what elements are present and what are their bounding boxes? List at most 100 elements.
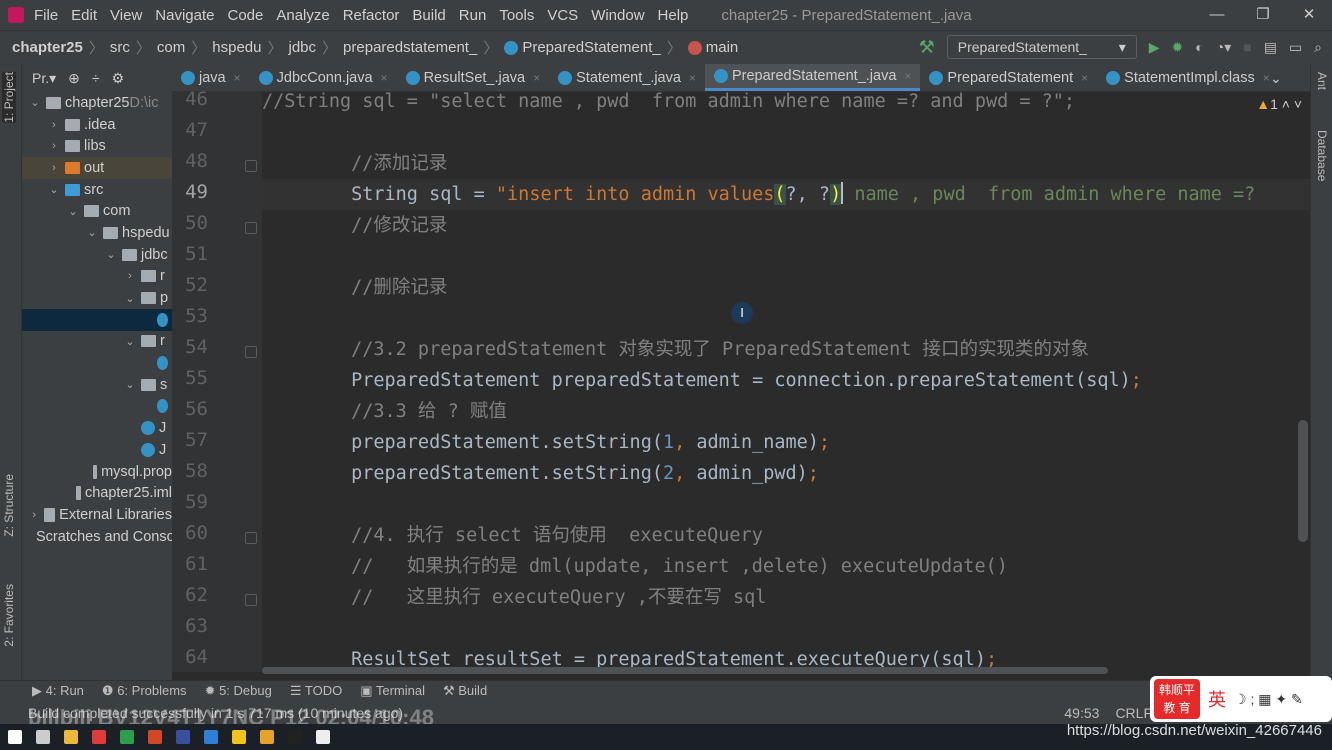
ime-tools-icon[interactable]: ☽ ; ▦ ✦ ✎ — [1234, 691, 1303, 708]
project-tool-tab[interactable]: 1: Project — [2, 72, 16, 123]
tab-statementimpl-class[interactable]: StatementImpl.class × — [1097, 64, 1279, 91]
build-hammer-icon[interactable]: ⚒ — [919, 37, 935, 58]
code-line[interactable]: // 如果执行的是 dml(update, insert ,delete) ex… — [262, 551, 1310, 582]
search-icon[interactable]: ⌕ — [1314, 39, 1322, 56]
tab-statement-java[interactable]: Statement_.java × — [549, 64, 705, 91]
breadcrumb-item[interactable]: chapter25 — [12, 39, 83, 56]
code-line[interactable] — [262, 117, 1310, 148]
chevron-down-icon[interactable]: ⌄ — [104, 248, 118, 261]
taskbar-app-icon[interactable] — [232, 730, 246, 744]
tree-item[interactable]: ⌄ r — [22, 331, 172, 353]
fold-marker-icon[interactable] — [245, 532, 257, 544]
code-line[interactable]: //3.2 preparedStatement 对象实现了 PreparedSt… — [262, 334, 1310, 365]
profile-icon[interactable]: ◔▾ — [1216, 39, 1231, 56]
horizontal-scrollbar[interactable] — [262, 667, 1310, 676]
tree-item[interactable]: mysql.prop — [22, 461, 172, 483]
tree-item[interactable]: ⌄ p — [22, 287, 172, 309]
toolwindow-3[interactable]: ☰ TODO — [290, 683, 342, 699]
maximize-button[interactable]: ❐ — [1240, 0, 1286, 30]
breadcrumb-item[interactable]: jdbc — [289, 39, 317, 56]
chevron-right-icon[interactable]: › — [47, 140, 61, 152]
close-tab-icon[interactable]: × — [1263, 71, 1270, 85]
toolwindow-4[interactable]: ▣ Terminal — [360, 683, 425, 699]
database-tool-tab[interactable]: Database — [1315, 130, 1329, 181]
favorites-tool-tab[interactable]: 2: Favorites — [2, 584, 16, 647]
chevron-right-icon[interactable]: › — [28, 509, 40, 521]
taskbar-app-icon[interactable] — [8, 730, 22, 744]
menu-file[interactable]: File — [34, 7, 58, 24]
tree-item[interactable]: Scratches and Consoles — [22, 526, 172, 548]
tree-item[interactable]: › .idea — [22, 114, 172, 136]
tree-item[interactable]: ⌄ chapter25 D:\ic — [22, 92, 172, 114]
vertical-scrollbar[interactable] — [1298, 420, 1308, 542]
tree-item[interactable]: › out — [22, 157, 172, 179]
tree-item[interactable] — [22, 396, 172, 418]
menu-build[interactable]: Build — [412, 7, 445, 24]
locate-icon[interactable]: ⊕ — [68, 70, 80, 87]
tab-java[interactable]: java × — [172, 64, 250, 91]
breadcrumb-item[interactable]: preparedstatement_ — [343, 39, 477, 56]
code-line[interactable]: preparedStatement.setString(1, admin_nam… — [262, 427, 1310, 458]
toolwindow-0[interactable]: ▶ 4: Run — [32, 683, 84, 699]
chevron-down-icon[interactable]: ⌄ — [28, 96, 42, 109]
close-tab-icon[interactable]: × — [904, 69, 911, 83]
taskbar-app-icon[interactable] — [260, 730, 274, 744]
inspection-widget[interactable]: ▲1 ˄ ˅ — [1256, 96, 1302, 112]
tree-item[interactable]: ⌄ hspedu — [22, 222, 172, 244]
taskbar-app-icon[interactable] — [64, 730, 78, 744]
code-line[interactable]: preparedStatement.setString(2, admin_pwd… — [262, 458, 1310, 489]
line-separator[interactable]: CRLF — [1115, 705, 1152, 721]
close-tab-icon[interactable]: × — [533, 71, 540, 85]
menu-vcs[interactable]: VCS — [547, 7, 578, 24]
tree-item[interactable]: › External Libraries — [22, 504, 172, 526]
menu-code[interactable]: Code — [227, 7, 263, 24]
breadcrumb-item[interactable]: src — [110, 39, 130, 56]
tree-item[interactable]: J — [22, 417, 172, 439]
menu-analyze[interactable]: Analyze — [276, 7, 329, 24]
close-tab-icon[interactable]: × — [1081, 71, 1088, 85]
menu-view[interactable]: View — [110, 7, 142, 24]
tab-jdbcconn-java[interactable]: JdbcConn.java × — [250, 64, 397, 91]
fold-marker-icon[interactable] — [245, 594, 257, 606]
structure-tool-tab[interactable]: Z: Structure — [2, 474, 16, 537]
collapse-icon[interactable]: ÷ — [92, 70, 100, 86]
close-button[interactable]: ✕ — [1286, 0, 1332, 30]
tab-resultset-java[interactable]: ResultSet_.java × — [397, 64, 550, 91]
code-line[interactable]: String sql = "insert into admin values(?… — [262, 179, 1310, 210]
menu-window[interactable]: Window — [591, 7, 644, 24]
tree-item[interactable]: ⌄ s — [22, 374, 172, 396]
taskbar-app-icon[interactable] — [176, 730, 190, 744]
chevron-down-icon[interactable]: ⌄ — [123, 292, 137, 305]
menu-tools[interactable]: Tools — [499, 7, 534, 24]
tree-item[interactable]: › r — [22, 266, 172, 288]
tabs-overflow-chevron-icon[interactable]: ⌄ — [1270, 70, 1282, 87]
ant-tool-tab[interactable]: Ant — [1315, 72, 1329, 90]
chevron-right-icon[interactable]: › — [47, 119, 61, 131]
code-line[interactable]: PreparedStatement preparedStatement = co… — [262, 365, 1310, 396]
taskbar-app-icon[interactable] — [148, 730, 162, 744]
tree-item[interactable] — [22, 352, 172, 374]
run-icon[interactable]: ▶ — [1149, 39, 1160, 56]
code-line[interactable]: //添加记录 — [262, 148, 1310, 179]
project-structure-icon[interactable]: ▤ — [1264, 39, 1277, 56]
code-line[interactable] — [262, 613, 1310, 644]
tree-item[interactable]: ⌄ com — [22, 200, 172, 222]
breadcrumb-item[interactable]: main — [706, 39, 739, 56]
menu-navigate[interactable]: Navigate — [155, 7, 214, 24]
code-line[interactable]: //4. 执行 select 语句使用 executeQuery — [262, 520, 1310, 551]
settings-gear-icon[interactable]: ⚙ — [112, 70, 125, 87]
toolwindow-1[interactable]: ❶ 6: Problems — [102, 683, 187, 699]
fold-marker-icon[interactable] — [245, 346, 257, 358]
toolwindow-2[interactable]: ✹ 5: Debug — [205, 683, 272, 699]
code-line[interactable]: //String sql = "select name , pwd from a… — [262, 92, 1310, 117]
breadcrumb-item[interactable]: com — [157, 39, 185, 56]
close-tab-icon[interactable]: × — [234, 71, 241, 85]
code-line[interactable] — [262, 241, 1310, 272]
taskbar-app-icon[interactable] — [92, 730, 106, 744]
code-line[interactable]: // 这里执行 executeQuery ,不要在写 sql — [262, 582, 1310, 613]
taskbar-app-icon[interactable] — [288, 730, 302, 744]
code-editor[interactable]: //String sql = "select name , pwd from a… — [262, 92, 1310, 672]
toolwindow-5[interactable]: ⚒ Build — [443, 683, 487, 699]
tab-preparedstatement-java[interactable]: PreparedStatement_.java × — [704, 64, 921, 91]
debug-icon[interactable]: ✹ — [1172, 39, 1184, 56]
